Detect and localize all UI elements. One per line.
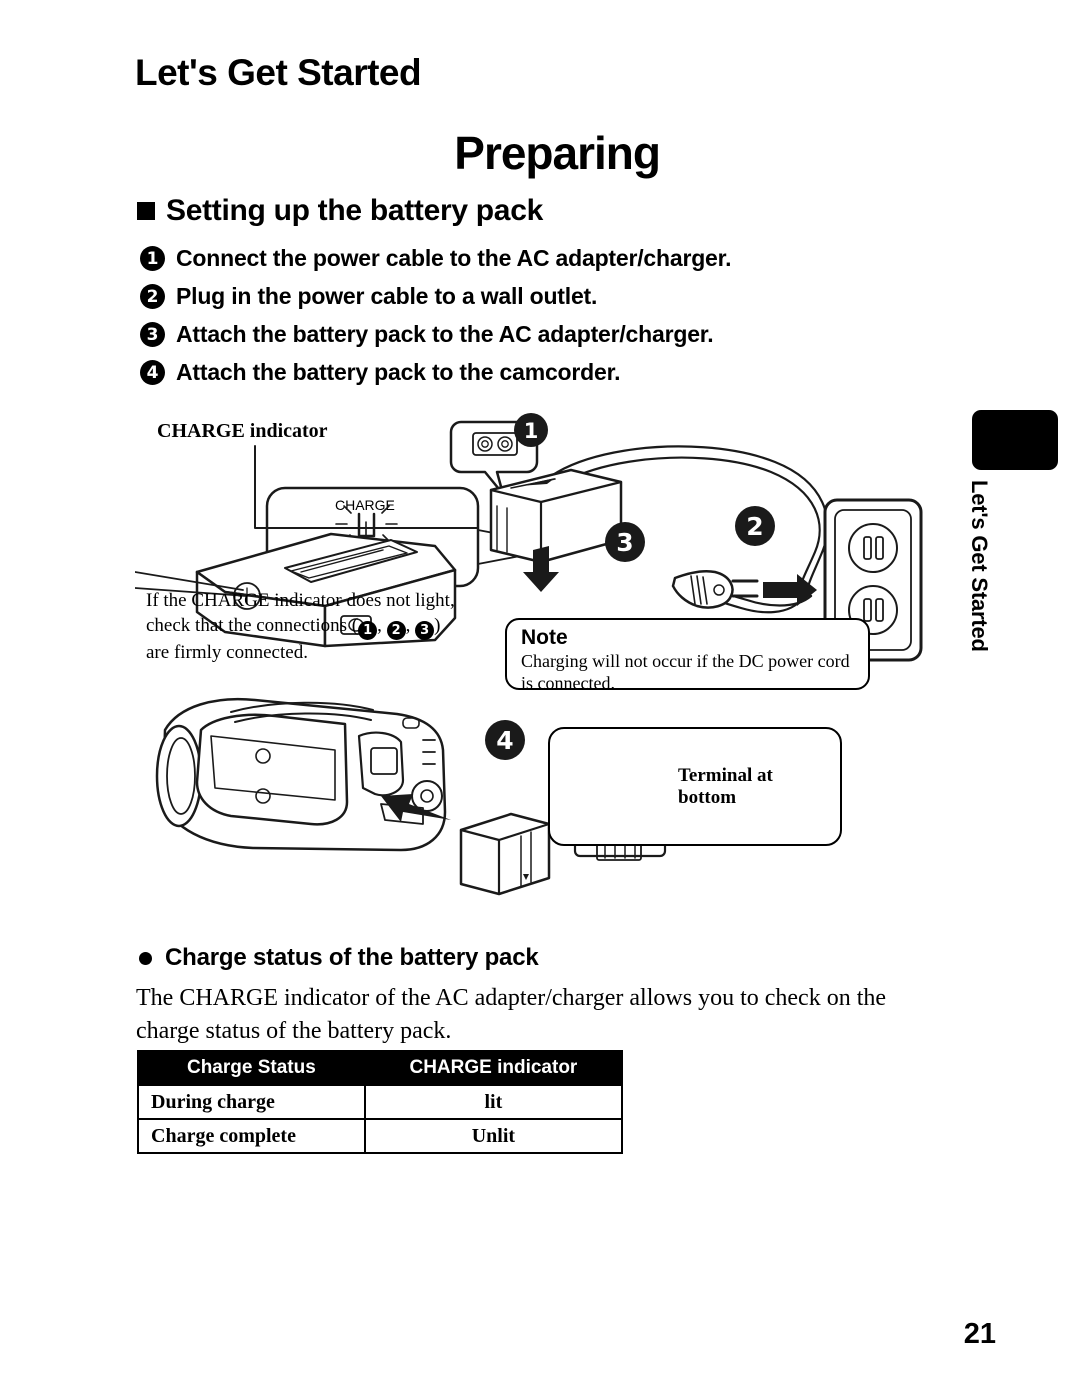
cell-charge-indicator: lit bbox=[363, 1084, 624, 1120]
trouble-line-3: are firmly connected. bbox=[146, 642, 308, 663]
battery-pack-charger bbox=[489, 468, 623, 564]
column-header-charge-status: Charge Status bbox=[137, 1050, 366, 1086]
badge-separator: , bbox=[377, 615, 382, 636]
battery-pack-camcorder bbox=[459, 812, 551, 896]
thumb-tab bbox=[972, 410, 1058, 470]
column-header-charge-indicator: CHARGE indicator bbox=[363, 1050, 624, 1086]
subsection-title-label: Setting up the battery pack bbox=[166, 194, 543, 227]
charge-indicator-label: CHARGE indicator bbox=[157, 420, 328, 442]
charge-status-heading: Charge status of the battery pack bbox=[139, 944, 539, 972]
step-list: 1 Connect the power cable to the AC adap… bbox=[140, 243, 900, 395]
section-title: Preparing bbox=[454, 127, 661, 179]
subsection-title: Setting up the battery pack bbox=[137, 194, 543, 228]
list-item: 4 Attach the battery pack to the camcord… bbox=[140, 357, 900, 395]
charge-status-table: Charge Status CHARGE indicator During ch… bbox=[137, 1050, 624, 1154]
plug-arrow bbox=[763, 574, 817, 606]
inline-step-badge-1: 1 bbox=[358, 621, 378, 640]
step-number-badge: 2 bbox=[140, 284, 165, 309]
note-body: Charging will not occur if the DC power … bbox=[521, 651, 850, 693]
cell-charge-status: Charge complete bbox=[137, 1118, 366, 1154]
page-number: 21 bbox=[963, 1318, 996, 1350]
table-row: Charge complete Unlit bbox=[137, 1118, 624, 1154]
charge-status-body: The CHARGE indicator of the AC adapter/c… bbox=[136, 985, 887, 1044]
charge-led-label: CHARGE bbox=[335, 497, 395, 513]
trouble-line-2-suffix: ) bbox=[434, 615, 441, 636]
table-row: During charge lit bbox=[137, 1084, 624, 1120]
step-marker-1: 1 bbox=[524, 419, 539, 443]
step-number-badge: 4 bbox=[140, 360, 165, 385]
inline-step-badge-3: 3 bbox=[415, 621, 435, 640]
inline-step-badge-2: 2 bbox=[386, 621, 406, 640]
note-title: Note bbox=[521, 626, 568, 649]
step-number-badge: 1 bbox=[140, 246, 165, 271]
thumb-tab-label: Let's Get Started bbox=[967, 480, 992, 652]
step-marker-3: 3 bbox=[616, 528, 633, 557]
step-marker-4: 4 bbox=[496, 726, 513, 755]
page-title: Let's Get Started bbox=[135, 52, 422, 93]
terminal-label-line-2: bottom bbox=[678, 787, 737, 808]
cell-charge-indicator: Unlit bbox=[363, 1118, 624, 1154]
list-item: 2 Plug in the power cable to a wall outl… bbox=[140, 281, 900, 319]
note-callout: Note Charging will not occur if the DC p… bbox=[505, 618, 870, 693]
step-text: Attach the battery pack to the camcorder… bbox=[176, 359, 621, 385]
round-bullet-icon bbox=[139, 951, 152, 965]
troubleshooting-text: If the CHARGE indicator does not light, … bbox=[146, 588, 516, 665]
step-text: Attach the battery pack to the AC adapte… bbox=[176, 321, 714, 347]
step-number-badge: 3 bbox=[140, 322, 165, 347]
charge-status-heading-label: Charge status of the battery pack bbox=[165, 944, 539, 971]
terminal-label-line-1: Terminal at bbox=[678, 765, 773, 786]
list-item: 3 Attach the battery pack to the AC adap… bbox=[140, 319, 900, 357]
step-marker-2: 2 bbox=[746, 512, 763, 541]
table-header-row: Charge Status CHARGE indicator bbox=[137, 1050, 624, 1086]
badge-separator: , bbox=[405, 615, 411, 636]
step-text: Connect the power cable to the AC adapte… bbox=[176, 245, 732, 271]
trouble-line-2-prefix: check that the connections ( bbox=[146, 615, 359, 636]
terminal-callout-label: Terminal at bottom bbox=[678, 765, 828, 809]
cell-charge-status: During charge bbox=[137, 1084, 366, 1120]
list-item: 1 Connect the power cable to the AC adap… bbox=[140, 243, 900, 281]
trouble-line-1: If the CHARGE indicator does not light, bbox=[146, 590, 455, 611]
step-text: Plug in the power cable to a wall outlet… bbox=[176, 283, 598, 309]
square-bullet-icon bbox=[137, 202, 155, 220]
